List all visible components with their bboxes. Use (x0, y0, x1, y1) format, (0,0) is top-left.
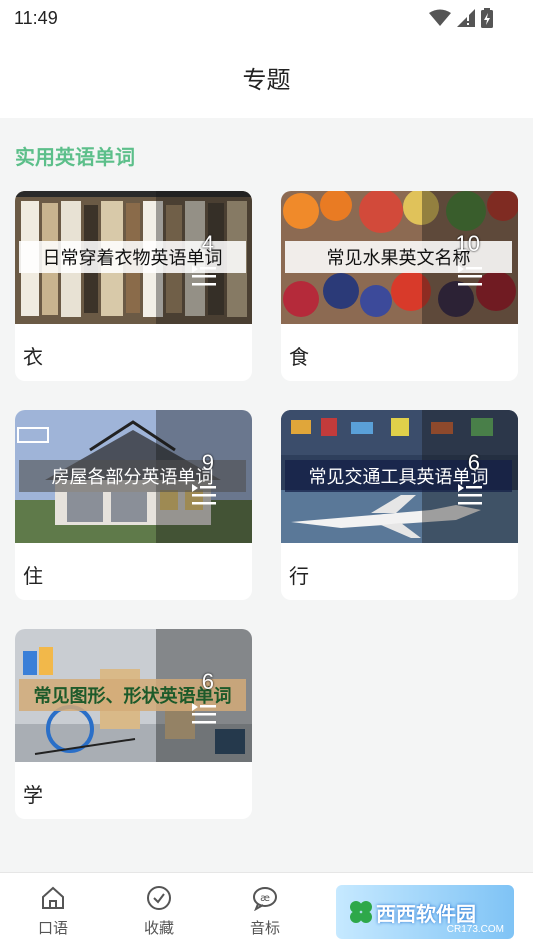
watermark-text: 西西软件园 (376, 903, 476, 926)
card-count: 10 (455, 231, 480, 256)
list-icon (192, 703, 216, 724)
list-icon (458, 265, 482, 286)
list-icon (192, 265, 216, 286)
signal-icon (457, 9, 475, 27)
topic-card-housing[interactable]: 房屋各部分英语单词 9 住 (15, 410, 252, 600)
list-icon (192, 484, 216, 505)
watermark-sub: CR173.COM (446, 924, 504, 935)
topic-card-study[interactable]: 常见图形、形状英语单词 6 学 (15, 629, 252, 819)
list-icon (458, 484, 482, 505)
check-circle-icon (147, 886, 171, 910)
status-time: 11:49 (14, 8, 58, 28)
watermark-logo: 西西软件园 CR173.COM (336, 885, 514, 939)
clover-icon (350, 901, 372, 923)
status-bar: 11:49 (0, 0, 533, 36)
card-count: 6 (201, 669, 214, 694)
section-title: 实用英语单词 (15, 145, 135, 169)
page-title: 专题 (242, 66, 291, 94)
status-icons (429, 8, 493, 28)
page-header: 专题 (0, 36, 533, 118)
card-label: 学 (23, 783, 43, 807)
card-label: 食 (289, 345, 309, 369)
card-count: 6 (467, 450, 480, 475)
card-label: 住 (23, 564, 43, 588)
home-icon (42, 886, 64, 909)
nav-item-favorites[interactable]: 收藏 (106, 881, 212, 938)
battery-icon (481, 8, 493, 28)
topic-card-food[interactable]: 常见水果英文名称 10 食 (281, 191, 518, 381)
nav-label: 口语 (37, 919, 68, 937)
topic-card-clothing[interactable]: 日常穿着衣物英语单词 4 衣 (15, 191, 252, 381)
card-count: 4 (201, 231, 214, 256)
nav-label: 音标 (249, 919, 280, 937)
speech-bubble-icon: æ (253, 887, 277, 911)
wifi-icon (429, 9, 451, 26)
topic-card-transport[interactable]: 常见交通工具英语单词 6 行 (281, 410, 518, 600)
card-count: 9 (201, 450, 214, 475)
svg-text:æ: æ (260, 893, 270, 904)
nav-item-speaking[interactable]: 口语 (0, 881, 106, 938)
nav-label: 收藏 (143, 919, 174, 937)
nav-item-phonetics[interactable]: æ 音标 (212, 881, 318, 938)
card-label: 衣 (23, 345, 43, 369)
card-label: 行 (289, 564, 309, 588)
